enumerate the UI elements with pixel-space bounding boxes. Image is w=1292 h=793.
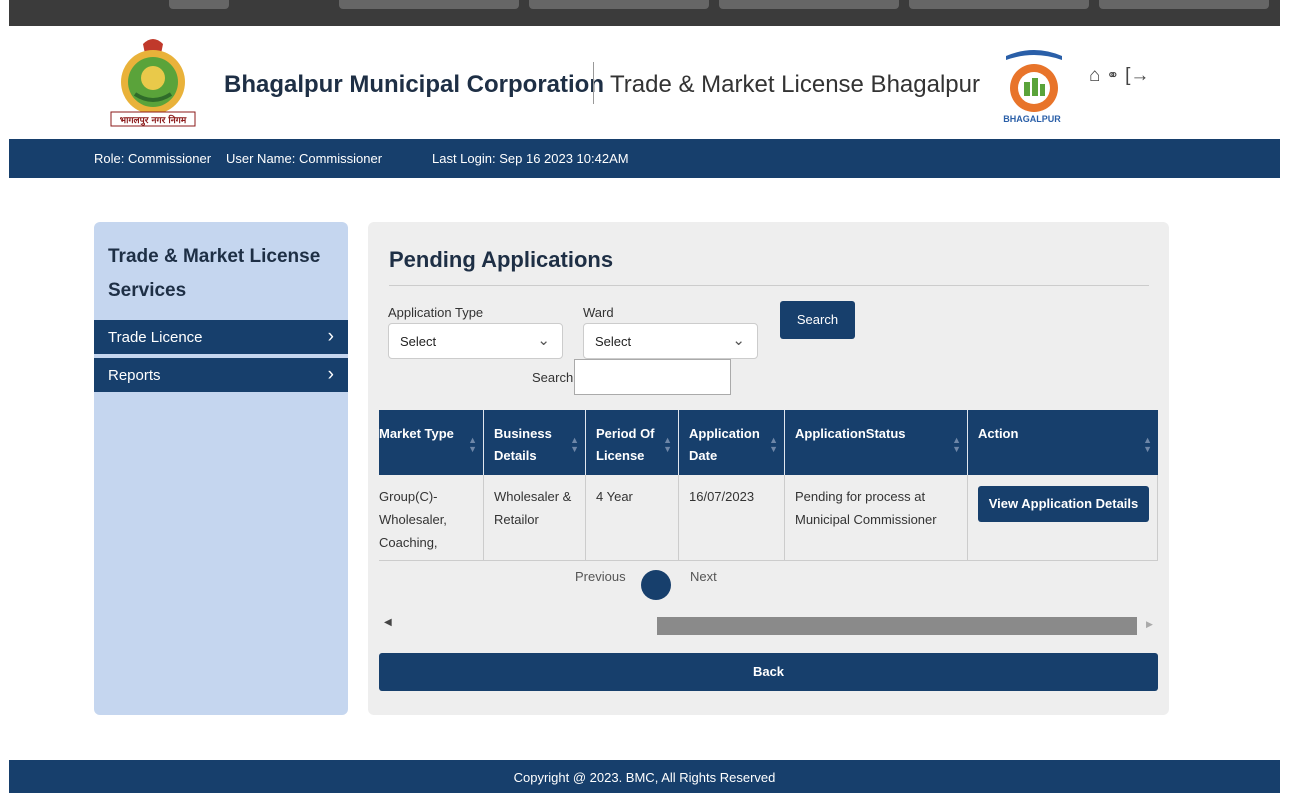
application-type-value: Select bbox=[400, 334, 437, 349]
sidebar: Trade & Market License Services Trade Li… bbox=[94, 222, 348, 715]
role-text: Role: Commissioner bbox=[94, 151, 212, 166]
cell-action: View Application Details bbox=[968, 475, 1158, 561]
sidebar-item-label: Reports bbox=[108, 367, 161, 384]
table-header: Market Type ▲ ▼ Business Details ▲ ▼ Period … bbox=[379, 410, 1158, 475]
search-button[interactable]: Search bbox=[780, 301, 855, 339]
column-header-market-type[interactable]: Market Type ▲ ▼ bbox=[379, 410, 484, 475]
table-search-label: Search: bbox=[532, 370, 577, 385]
browser-bookmarks-strip bbox=[9, 0, 1280, 26]
sort-icon: ▲ ▼ bbox=[468, 435, 477, 454]
scroll-left-arrow-icon[interactable]: ◀ bbox=[384, 617, 392, 628]
title-divider bbox=[389, 285, 1149, 286]
user-info-bar: Role: Commissioner User Name: Commission… bbox=[9, 139, 1280, 178]
scrollbar-thumb[interactable] bbox=[657, 617, 1137, 635]
sort-icon: ▲ ▼ bbox=[952, 435, 961, 454]
chevron-right-icon: › bbox=[327, 364, 334, 385]
footer: Copyright @ 2023. BMC, All Rights Reserv… bbox=[9, 760, 1280, 793]
column-header-application-date[interactable]: Application Date ▲ ▼ bbox=[679, 410, 785, 475]
pager-next[interactable]: Next bbox=[690, 569, 717, 584]
application-type-label: Application Type bbox=[388, 305, 484, 320]
header-actions: ⌂ ⚭ [→ bbox=[1089, 64, 1149, 88]
lock-icon[interactable]: ⚭ bbox=[1106, 64, 1119, 88]
org-title: Bhagalpur Municipal Corporation bbox=[224, 71, 605, 98]
bhagalpur-logo-caption: BHAGALPUR bbox=[1003, 114, 1061, 124]
chevron-down-icon: ⌄ bbox=[732, 332, 745, 349]
column-header-action[interactable]: Action ▲ ▼ bbox=[968, 410, 1158, 475]
column-header-business-details[interactable]: Business Details ▲ ▼ bbox=[484, 410, 586, 475]
chevron-right-icon: › bbox=[327, 326, 334, 347]
title-divider bbox=[593, 62, 594, 104]
ward-select[interactable]: Select ⌄ bbox=[583, 323, 758, 359]
cell-market-type: Group(C)-Wholesaler, Coaching, bbox=[379, 475, 484, 561]
logout-icon[interactable]: [→ bbox=[1125, 64, 1149, 88]
sidebar-item-reports[interactable]: Reports › bbox=[94, 358, 348, 392]
cell-application-date: 16/07/2023 bbox=[679, 475, 785, 561]
cell-period: 4 Year bbox=[586, 475, 679, 561]
ward-value: Select bbox=[595, 334, 632, 349]
back-button[interactable]: Back bbox=[379, 653, 1158, 691]
column-header-application-status[interactable]: ApplicationStatus ▲ ▼ bbox=[785, 410, 968, 475]
pager-previous[interactable]: Previous bbox=[575, 569, 626, 584]
ward-label: Ward bbox=[583, 305, 614, 320]
main-panel: Pending Applications Application Type Se… bbox=[368, 222, 1169, 715]
cell-status: Pending for process at Municipal Commiss… bbox=[785, 475, 968, 561]
table-search-input[interactable] bbox=[574, 359, 731, 395]
page-title: Pending Applications bbox=[389, 247, 614, 272]
sidebar-item-label: Trade Licence bbox=[108, 329, 203, 346]
user-name-text: User Name: Commissioner bbox=[226, 151, 383, 166]
sidebar-title: Trade & Market License Services bbox=[108, 246, 321, 301]
sort-icon: ▲ ▼ bbox=[1143, 435, 1152, 454]
app-title: Trade & Market License Bhagalpur bbox=[610, 71, 980, 98]
application-type-select[interactable]: Select ⌄ bbox=[388, 323, 563, 359]
cell-business-details: Wholesaler & Retailor bbox=[484, 475, 586, 561]
home-icon[interactable]: ⌂ bbox=[1089, 64, 1100, 88]
applications-table: Market Type ▲ ▼ Business Details ▲ ▼ Period … bbox=[379, 410, 1158, 562]
bmc-logo: भागलपुर नगर निगम bbox=[110, 39, 196, 127]
copyright-text: Copyright @ 2023. BMC, All Rights Reserv… bbox=[513, 770, 776, 785]
table-row: Group(C)-Wholesaler, Coaching, Wholesale… bbox=[379, 475, 1158, 561]
last-login-text: Last Login: Sep 16 2023 10:42AM bbox=[432, 151, 629, 166]
column-header-period-of-license[interactable]: Period Of License ▲ ▼ bbox=[586, 410, 679, 475]
sort-icon: ▲ ▼ bbox=[570, 435, 579, 454]
chevron-down-icon: ⌄ bbox=[537, 332, 550, 349]
site-header: भागलपुर नगर निगम Bhagalpur Municipal Cor… bbox=[9, 26, 1280, 139]
pager-current-page[interactable] bbox=[641, 570, 671, 600]
sidebar-item-trade-licence[interactable]: Trade Licence › bbox=[94, 320, 348, 354]
scroll-right-arrow-icon[interactable]: ▶ bbox=[1146, 619, 1153, 630]
bmc-logo-caption: भागलपुर नगर निगम bbox=[120, 114, 187, 126]
sort-icon: ▲ ▼ bbox=[769, 435, 778, 454]
sort-icon: ▲ ▼ bbox=[663, 435, 672, 454]
view-application-details-button[interactable]: View Application Details bbox=[978, 486, 1149, 522]
